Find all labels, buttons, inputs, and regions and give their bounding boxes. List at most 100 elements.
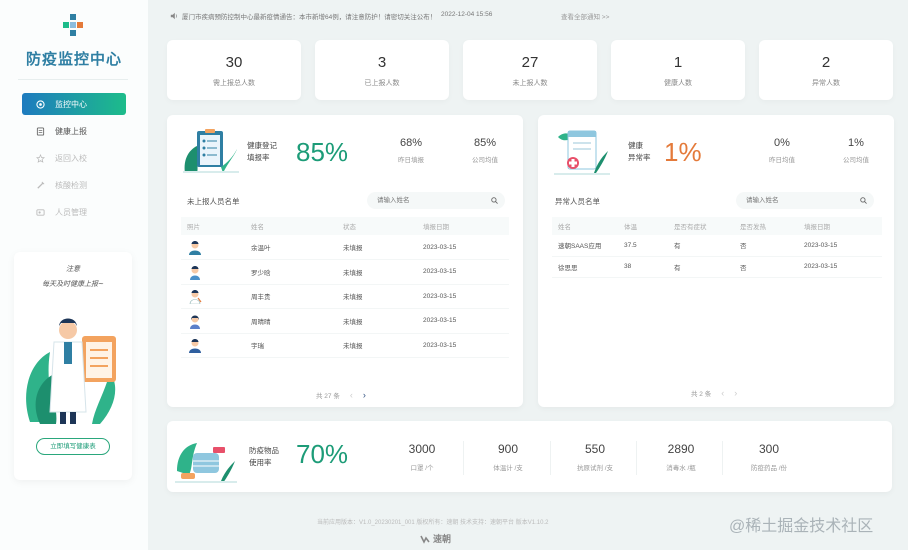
abnormal-list-title: 异常人员名单 bbox=[555, 197, 600, 206]
avatar bbox=[190, 265, 200, 280]
abnormal-rate-label-1: 健康 bbox=[628, 141, 643, 150]
doctor-illustration bbox=[26, 318, 116, 424]
cell-name: 周晴晴 bbox=[251, 308, 343, 334]
mini-label: 昨日均值 bbox=[769, 157, 795, 164]
notice-bar: 厦门市疾病预防控制中心最新疫情通告：本市新增64例，请注意防护！请密切关注公布！ bbox=[170, 11, 436, 21]
supply-label: 体温计 /支 bbox=[493, 465, 523, 472]
col-header-symptom: 是否有症状 bbox=[674, 217, 740, 235]
table-row[interactable]: 宇瑞 未填报 2023-03-15 bbox=[181, 333, 509, 358]
divider bbox=[18, 79, 128, 80]
cell-date: 2023-03-15 bbox=[423, 235, 509, 260]
monitor-icon bbox=[36, 99, 45, 109]
next-page-icon[interactable]: › bbox=[363, 390, 366, 400]
prev-page-icon[interactable]: ‹ bbox=[721, 388, 724, 398]
stat-label: 需上报总人数 bbox=[213, 80, 255, 87]
sidebar-item-health-report[interactable]: 健康上报 bbox=[22, 120, 126, 142]
sidebar-nav: 监控中心 健康上报 返回入校 核酸检测 人员管理 bbox=[22, 93, 126, 228]
fill-health-form-button[interactable]: 立即填写健康表 bbox=[36, 438, 110, 455]
supplies-rate-label-2: 使用率 bbox=[249, 458, 272, 467]
table-row[interactable]: 周丰贵 未填报 2023-03-15 bbox=[181, 284, 509, 309]
supply-value: 900 bbox=[497, 442, 519, 456]
stat-label: 已上报人数 bbox=[364, 80, 400, 87]
avatar bbox=[189, 290, 202, 305]
health-rate-label-2: 填报率 bbox=[247, 153, 270, 162]
supply-label: 口罩 /个 bbox=[410, 465, 434, 472]
health-rate-value: 85% bbox=[296, 137, 349, 167]
sidebar-item-return-school[interactable]: 返回入校 bbox=[22, 147, 126, 169]
sidebar-item-nucleic-test[interactable]: 核酸检测 bbox=[22, 174, 126, 196]
mini-label: 昨日填报 bbox=[398, 157, 424, 164]
cell-status: 未填报 bbox=[343, 333, 423, 358]
stat-card-reported: 3 已上报人数 bbox=[315, 40, 449, 100]
avatar bbox=[190, 315, 200, 329]
table-row[interactable]: 徐思思 38 有 否 2023-03-15 bbox=[552, 256, 882, 278]
stat-label: 未上报人数 bbox=[512, 80, 548, 87]
prev-page-icon[interactable]: ‹ bbox=[350, 390, 353, 400]
abnormal-pager: 共 2 条 ‹ › bbox=[691, 388, 737, 398]
view-all-notices-link[interactable]: 查看全部通知 >> bbox=[561, 11, 609, 21]
watermark: @稀土掘金技术社区 bbox=[729, 518, 874, 535]
supply-disinfectant: 2890 消毒水 /瓶 bbox=[636, 442, 726, 472]
table-row[interactable]: 余温叶 未填报 2023-03-15 bbox=[181, 235, 509, 260]
brand-title: 防疫监控中心 bbox=[25, 51, 122, 68]
table-row[interactable]: 周晴晴 未填报 2023-03-15 bbox=[181, 308, 509, 334]
abnormal-table: 姓名 体温 是否有症状 是否发热 填报日期 速朝SAAS应用 37.5 有 否 … bbox=[552, 217, 882, 278]
col-header-photo: 照片 bbox=[181, 217, 251, 235]
supplies-rate-label: 防疫物品 使用率 bbox=[249, 445, 279, 469]
supply-value: 3000 bbox=[408, 442, 436, 456]
supply-label: 抗原试剂 /支 bbox=[576, 465, 614, 472]
promo-card: 注意 每天及时健康上报~ 立即填写健康表 bbox=[14, 252, 132, 480]
clipboard-illustration bbox=[183, 129, 239, 173]
table-row[interactable]: 速朝SAAS应用 37.5 有 否 2023-03-15 bbox=[552, 235, 882, 257]
sidebar-item-people[interactable]: 人员管理 bbox=[22, 201, 126, 223]
col-header-name: 姓名 bbox=[251, 217, 343, 235]
cell-name: 周丰贵 bbox=[251, 284, 343, 309]
abnormal-search-input[interactable] bbox=[736, 192, 874, 209]
table-header: 姓名 体温 是否有症状 是否发热 填报日期 bbox=[552, 217, 882, 235]
sidebar-item-label: 健康上报 bbox=[55, 126, 87, 136]
mini-label: 公司均值 bbox=[472, 157, 498, 164]
sidebar-item-label: 人员管理 bbox=[55, 207, 87, 217]
supply-label: 防疫药品 /份 bbox=[750, 465, 788, 472]
search-icon[interactable] bbox=[491, 197, 498, 204]
cell-temp: 37.5 bbox=[624, 235, 674, 257]
sidebar-item-monitor[interactable]: 监控中心 bbox=[22, 93, 126, 115]
supply-medicine: 300 防疫药品 /份 bbox=[724, 442, 814, 472]
supply-antigen: 550 抗原试剂 /支 bbox=[550, 442, 640, 472]
table-header: 照片 姓名 状态 填报日期 bbox=[181, 217, 509, 235]
stat-value: 2 bbox=[821, 54, 831, 71]
stat-card-abnormal: 2 异常人数 bbox=[759, 40, 893, 100]
stat-value: 3 bbox=[377, 54, 387, 71]
unreported-search-input[interactable] bbox=[367, 192, 505, 209]
footer-logo-text: 速朝 bbox=[433, 534, 452, 544]
notice-text[interactable]: 厦门市疾病预防控制中心最新疫情通告：本市新增64例，请注意防护！请密切关注公布！ bbox=[182, 11, 436, 21]
col-header-date: 填报日期 bbox=[804, 217, 882, 235]
mini-value: 1% bbox=[848, 137, 864, 149]
supplies-rate-label-1: 防疫物品 bbox=[249, 446, 279, 455]
cell-status: 未填报 bbox=[343, 235, 423, 260]
avatar bbox=[189, 339, 201, 354]
sidebar-item-label: 核酸检测 bbox=[55, 180, 87, 190]
supplies-illustration bbox=[175, 443, 237, 483]
cell-name: 罗少晗 bbox=[251, 259, 343, 285]
col-header-name: 姓名 bbox=[552, 217, 624, 235]
abnormal-panel: 健康 异常率 1% 0% 昨日均值 1% 公司均值 异常人员名单 姓名 体温 是… bbox=[538, 115, 894, 407]
unreported-pager: 共 27 条 ‹ › bbox=[316, 390, 366, 400]
medical-report-illustration bbox=[554, 130, 610, 175]
unreported-table: 照片 姓名 状态 填报日期 余温叶 未填报 2023-03-15 罗少晗 未填报… bbox=[181, 217, 509, 358]
table-row[interactable]: 罗少晗 未填报 2023-03-15 bbox=[181, 259, 509, 285]
sidebar: 防疫监控中心 监控中心 健康上报 返回入校 核酸检测 人员管理 注意 每天及时健… bbox=[0, 0, 148, 550]
unreported-list-title: 未上报人员名单 bbox=[187, 197, 240, 206]
health-mini-yesterday: 68% 昨日填报 bbox=[381, 137, 441, 164]
next-page-icon[interactable]: › bbox=[734, 388, 737, 398]
footer-text: 当前应用版本：V1.0_20230201_001 版权所有：速朝 技术支持：速朝… bbox=[317, 520, 549, 526]
stat-value: 27 bbox=[521, 54, 539, 71]
supplies-rate-value: 70% bbox=[296, 439, 349, 469]
supplies-panel: 防疫物品 使用率 70% 3000 口罩 /个 900 体温计 /支 550 抗… bbox=[167, 421, 892, 492]
col-header-status: 状态 bbox=[343, 217, 423, 235]
pager-total: 共 2 条 bbox=[691, 391, 712, 398]
mini-value: 68% bbox=[399, 137, 423, 149]
pager-total: 共 27 条 bbox=[316, 393, 340, 400]
sidebar-item-label: 监控中心 bbox=[55, 99, 87, 109]
search-icon[interactable] bbox=[860, 197, 867, 204]
